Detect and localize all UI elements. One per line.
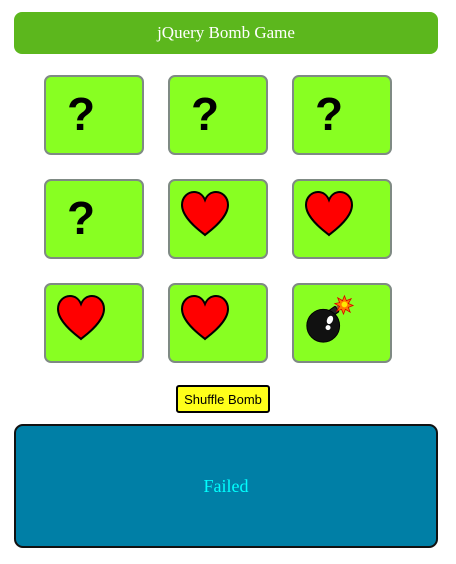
game-title-bar: jQuery Bomb Game: [14, 12, 438, 54]
card-label: ?: [314, 88, 344, 140]
result-panel: Failed: [14, 424, 438, 548]
card-grid: ? ? ? ?: [44, 75, 396, 367]
card-8[interactable]: [168, 283, 268, 363]
question-mark-icon: ?: [302, 83, 356, 137]
result-message: Failed: [203, 475, 249, 496]
question-mark-icon: ?: [178, 83, 232, 137]
card-label: ?: [66, 192, 96, 244]
card-5[interactable]: [168, 179, 268, 259]
card-4[interactable]: ?: [44, 179, 144, 259]
card-1[interactable]: ?: [44, 75, 144, 155]
heart-icon: [178, 187, 232, 241]
game-title: jQuery Bomb Game: [157, 23, 295, 42]
card-6[interactable]: [292, 179, 392, 259]
bomb-icon: [302, 291, 356, 345]
question-mark-icon: ?: [54, 187, 108, 241]
card-label: ?: [190, 88, 220, 140]
card-9[interactable]: [292, 283, 392, 363]
heart-icon: [302, 187, 356, 241]
shuffle-bomb-button[interactable]: Shuffle Bomb: [176, 385, 270, 413]
card-3[interactable]: ?: [292, 75, 392, 155]
card-label: ?: [66, 88, 96, 140]
question-mark-icon: ?: [54, 83, 108, 137]
card-7[interactable]: [44, 283, 144, 363]
heart-icon: [178, 291, 232, 345]
card-2[interactable]: ?: [168, 75, 268, 155]
heart-icon: [54, 291, 108, 345]
